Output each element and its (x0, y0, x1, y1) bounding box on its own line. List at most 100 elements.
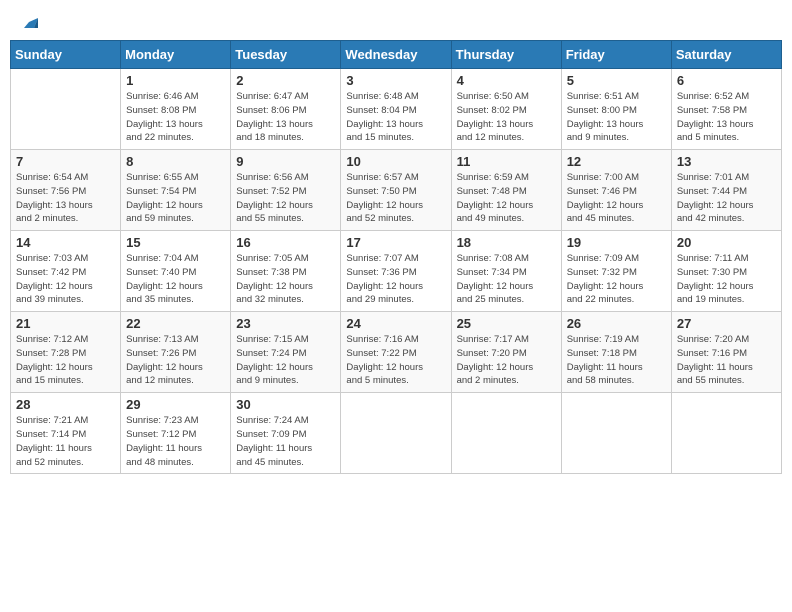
day-number: 23 (236, 316, 335, 331)
col-header-friday: Friday (561, 41, 671, 69)
day-number: 19 (567, 235, 666, 250)
calendar-cell: 17Sunrise: 7:07 AM Sunset: 7:36 PM Dayli… (341, 231, 451, 312)
day-number: 26 (567, 316, 666, 331)
calendar-cell: 9 Sunrise: 6:56 AM Sunset: 7:52 PM Daylig… (231, 150, 341, 231)
day-info: Sunrise: 7:12 AM Sunset: 7:28 PM Dayligh… (16, 333, 115, 388)
day-info: Sunrise: 7:09 AM Sunset: 7:32 PM Dayligh… (567, 252, 666, 307)
week-row-2: 7 Sunrise: 6:54 AM Sunset: 7:56 PM Daylig… (11, 150, 782, 231)
day-info: Sunrise: 7:16 AM Sunset: 7:22 PM Dayligh… (346, 333, 445, 388)
calendar-cell: 25 Sunrise: 7:17 AM Sunset: 7:20 PM Dayli… (451, 312, 561, 393)
day-info: Sunrise: 7:01 AM Sunset: 7:44 PM Dayligh… (677, 171, 776, 226)
calendar-cell (561, 393, 671, 474)
calendar-cell: 26 Sunrise: 7:19 AM Sunset: 7:18 PM Dayli… (561, 312, 671, 393)
day-info: Sunrise: 6:55 AM Sunset: 7:54 PM Dayligh… (126, 171, 225, 226)
calendar-cell: 23 Sunrise: 7:15 AM Sunset: 7:24 PM Dayli… (231, 312, 341, 393)
calendar-cell: 27 Sunrise: 7:20 AM Sunset: 7:16 PM Dayli… (671, 312, 781, 393)
calendar-cell (451, 393, 561, 474)
day-number: 6 (677, 73, 776, 88)
day-number: 1 (126, 73, 225, 88)
day-info: Sunrise: 7:24 AM Sunset: 7:09 PM Dayligh… (236, 414, 335, 469)
day-number: 20 (677, 235, 776, 250)
calendar-cell: 19 Sunrise: 7:09 AM Sunset: 7:32 PM Dayli… (561, 231, 671, 312)
day-info: Sunrise: 7:19 AM Sunset: 7:18 PM Dayligh… (567, 333, 666, 388)
col-header-thursday: Thursday (451, 41, 561, 69)
day-number: 22 (126, 316, 225, 331)
day-number: 9 (236, 154, 335, 169)
day-number: 12 (567, 154, 666, 169)
calendar-cell: 4 Sunrise: 6:50 AM Sunset: 8:02 PM Daylig… (451, 69, 561, 150)
calendar-cell: 1 Sunrise: 6:46 AM Sunset: 8:08 PM Daylig… (121, 69, 231, 150)
day-info: Sunrise: 6:59 AM Sunset: 7:48 PM Dayligh… (457, 171, 556, 226)
day-info: Sunrise: 6:54 AM Sunset: 7:56 PM Dayligh… (16, 171, 115, 226)
calendar-cell: 30 Sunrise: 7:24 AM Sunset: 7:09 PM Dayli… (231, 393, 341, 474)
calendar-cell: 3Sunrise: 6:48 AM Sunset: 8:04 PM Daylig… (341, 69, 451, 150)
calendar-cell: 8 Sunrise: 6:55 AM Sunset: 7:54 PM Daylig… (121, 150, 231, 231)
week-row-4: 21 Sunrise: 7:12 AM Sunset: 7:28 PM Dayli… (11, 312, 782, 393)
day-number: 14 (16, 235, 115, 250)
day-number: 24 (346, 316, 445, 331)
day-number: 28 (16, 397, 115, 412)
col-header-sunday: Sunday (11, 41, 121, 69)
day-info: Sunrise: 7:23 AM Sunset: 7:12 PM Dayligh… (126, 414, 225, 469)
calendar-cell (671, 393, 781, 474)
day-info: Sunrise: 7:20 AM Sunset: 7:16 PM Dayligh… (677, 333, 776, 388)
day-info: Sunrise: 7:07 AM Sunset: 7:36 PM Dayligh… (346, 252, 445, 307)
day-number: 21 (16, 316, 115, 331)
day-info: Sunrise: 6:48 AM Sunset: 8:04 PM Dayligh… (346, 90, 445, 145)
day-info: Sunrise: 7:15 AM Sunset: 7:24 PM Dayligh… (236, 333, 335, 388)
calendar-cell: 11 Sunrise: 6:59 AM Sunset: 7:48 PM Dayli… (451, 150, 561, 231)
day-info: Sunrise: 7:21 AM Sunset: 7:14 PM Dayligh… (16, 414, 115, 469)
day-info: Sunrise: 6:56 AM Sunset: 7:52 PM Dayligh… (236, 171, 335, 226)
day-number: 27 (677, 316, 776, 331)
day-info: Sunrise: 7:00 AM Sunset: 7:46 PM Dayligh… (567, 171, 666, 226)
day-number: 7 (16, 154, 115, 169)
calendar-cell: 28 Sunrise: 7:21 AM Sunset: 7:14 PM Dayli… (11, 393, 121, 474)
calendar-cell: 7 Sunrise: 6:54 AM Sunset: 7:56 PM Daylig… (11, 150, 121, 231)
day-info: Sunrise: 7:04 AM Sunset: 7:40 PM Dayligh… (126, 252, 225, 307)
calendar-cell: 2 Sunrise: 6:47 AM Sunset: 8:06 PM Daylig… (231, 69, 341, 150)
day-number: 8 (126, 154, 225, 169)
day-info: Sunrise: 7:11 AM Sunset: 7:30 PM Dayligh… (677, 252, 776, 307)
week-row-5: 28 Sunrise: 7:21 AM Sunset: 7:14 PM Dayli… (11, 393, 782, 474)
logo-icon (20, 14, 38, 30)
col-header-wednesday: Wednesday (341, 41, 451, 69)
calendar-cell: 29 Sunrise: 7:23 AM Sunset: 7:12 PM Dayli… (121, 393, 231, 474)
calendar-cell: 14 Sunrise: 7:03 AM Sunset: 7:42 PM Dayli… (11, 231, 121, 312)
calendar-cell: 16 Sunrise: 7:05 AM Sunset: 7:38 PM Dayli… (231, 231, 341, 312)
calendar-table: SundayMondayTuesdayWednesdayThursdayFrid… (10, 40, 782, 474)
calendar-cell (341, 393, 451, 474)
day-number: 13 (677, 154, 776, 169)
calendar-cell: 13 Sunrise: 7:01 AM Sunset: 7:44 PM Dayli… (671, 150, 781, 231)
day-info: Sunrise: 6:47 AM Sunset: 8:06 PM Dayligh… (236, 90, 335, 145)
page-header (10, 10, 782, 32)
calendar-cell (11, 69, 121, 150)
calendar-cell: 18Sunrise: 7:08 AM Sunset: 7:34 PM Dayli… (451, 231, 561, 312)
day-info: Sunrise: 7:17 AM Sunset: 7:20 PM Dayligh… (457, 333, 556, 388)
day-number: 4 (457, 73, 556, 88)
day-info: Sunrise: 6:51 AM Sunset: 8:00 PM Dayligh… (567, 90, 666, 145)
day-info: Sunrise: 6:50 AM Sunset: 8:02 PM Dayligh… (457, 90, 556, 145)
col-header-saturday: Saturday (671, 41, 781, 69)
day-number: 30 (236, 397, 335, 412)
calendar-cell: 10Sunrise: 6:57 AM Sunset: 7:50 PM Dayli… (341, 150, 451, 231)
day-info: Sunrise: 7:03 AM Sunset: 7:42 PM Dayligh… (16, 252, 115, 307)
logo (18, 14, 40, 28)
day-number: 10 (346, 154, 445, 169)
day-number: 15 (126, 235, 225, 250)
week-row-1: 1 Sunrise: 6:46 AM Sunset: 8:08 PM Daylig… (11, 69, 782, 150)
day-info: Sunrise: 7:05 AM Sunset: 7:38 PM Dayligh… (236, 252, 335, 307)
day-number: 2 (236, 73, 335, 88)
day-info: Sunrise: 6:46 AM Sunset: 8:08 PM Dayligh… (126, 90, 225, 145)
day-number: 25 (457, 316, 556, 331)
calendar-cell: 5Sunrise: 6:51 AM Sunset: 8:00 PM Daylig… (561, 69, 671, 150)
day-number: 11 (457, 154, 556, 169)
calendar-cell: 24 Sunrise: 7:16 AM Sunset: 7:22 PM Dayli… (341, 312, 451, 393)
calendar-cell: 21 Sunrise: 7:12 AM Sunset: 7:28 PM Dayli… (11, 312, 121, 393)
calendar-cell: 20 Sunrise: 7:11 AM Sunset: 7:30 PM Dayli… (671, 231, 781, 312)
day-info: Sunrise: 7:08 AM Sunset: 7:34 PM Dayligh… (457, 252, 556, 307)
calendar-cell: 15 Sunrise: 7:04 AM Sunset: 7:40 PM Dayli… (121, 231, 231, 312)
week-row-3: 14 Sunrise: 7:03 AM Sunset: 7:42 PM Dayli… (11, 231, 782, 312)
calendar-header-row: SundayMondayTuesdayWednesdayThursdayFrid… (11, 41, 782, 69)
day-number: 16 (236, 235, 335, 250)
day-number: 29 (126, 397, 225, 412)
